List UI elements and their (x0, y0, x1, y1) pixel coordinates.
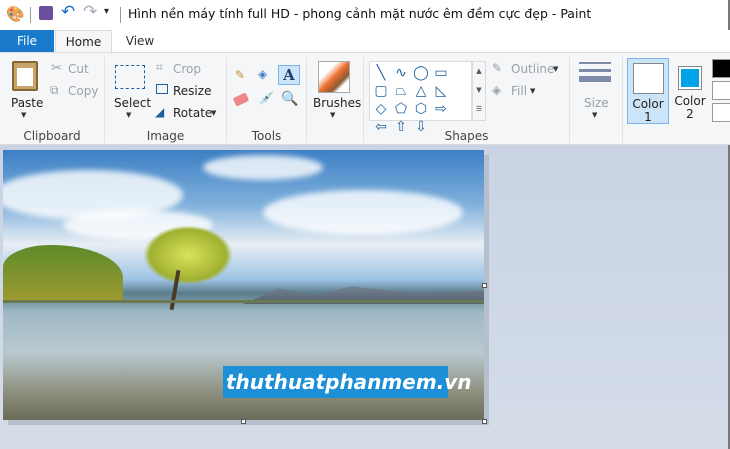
image-group-label: Image (146, 129, 185, 143)
shape-item[interactable]: ▢ (372, 84, 390, 98)
color1-swatch (632, 63, 664, 94)
copy-icon: ⧉ (50, 83, 59, 97)
undo-icon[interactable]: ↶ (61, 2, 75, 22)
tools-group-label: Tools (251, 129, 282, 143)
shapes-group-label: Shapes (444, 129, 489, 143)
fill-button[interactable]: Fill (511, 84, 527, 98)
cut-button[interactable]: Cut (68, 62, 89, 76)
brushes-button[interactable]: Brushes (313, 96, 361, 110)
select-icon[interactable] (115, 65, 145, 89)
clipboard-group-label: Clipboard (23, 129, 81, 143)
forest (3, 245, 123, 300)
palette-color-black[interactable] (712, 59, 730, 78)
cut-icon: ✂ (51, 61, 62, 76)
color1-number: 1 (644, 110, 652, 124)
shape-item[interactable]: ◇ (372, 102, 390, 116)
select-dropdown-icon[interactable]: ▼ (126, 111, 131, 119)
shape-item[interactable]: ⬡ (412, 102, 430, 116)
divider (30, 7, 31, 23)
color2-number: 2 (686, 107, 694, 121)
size-button[interactable]: Size (584, 96, 609, 110)
outline-icon: ✎ (492, 61, 503, 75)
color-picker-icon[interactable]: 💉 (259, 91, 274, 105)
shape-item[interactable]: △ (412, 84, 430, 98)
shape-item[interactable]: ◯ (412, 66, 430, 80)
divider (120, 7, 121, 23)
color2-button[interactable]: Color 2 (670, 58, 710, 124)
scroll-up-icon[interactable]: ▲ (473, 62, 485, 81)
resize-button[interactable]: Resize (173, 84, 211, 98)
shape-item[interactable]: ╲ (372, 66, 390, 80)
paste-dropdown-icon[interactable]: ▼ (21, 111, 26, 119)
text-tool-icon[interactable]: A (278, 65, 300, 85)
select-button[interactable]: Select (114, 96, 151, 110)
customize-quick-access-icon[interactable]: ▾ (104, 6, 109, 17)
palette-color-white[interactable] (712, 81, 730, 100)
palette-color-empty[interactable] (712, 103, 730, 122)
copy-button[interactable]: Copy (68, 84, 98, 98)
rotate-button[interactable]: Rotate (173, 106, 212, 120)
resize-handle-right[interactable] (482, 283, 487, 288)
shapes-gallery: ╲ ∿ ◯ ▭▢ ⏢ △ ◺◇ ⬠ ⬡ ⇨⇦ ⇧ ⇩ (369, 61, 472, 134)
shape-item[interactable]: ⬠ (392, 102, 410, 116)
tab-view[interactable]: View (112, 30, 168, 53)
shape-item[interactable]: ▭ (432, 66, 450, 80)
resize-handle-bottom[interactable] (241, 419, 246, 424)
paste-icon[interactable] (12, 61, 38, 91)
shape-item[interactable]: ⇨ (432, 102, 450, 116)
redo-icon[interactable]: ↷ (83, 2, 97, 22)
ribbon: Paste ▼ ✂ Cut ⧉ Copy Clipboard Select ▼ … (0, 52, 730, 145)
window-title: Hình nền máy tính full HD - phong cảnh m… (128, 6, 592, 21)
color1-label: Color (632, 97, 664, 111)
shape-item[interactable]: ⏢ (392, 84, 410, 98)
expand-gallery-icon[interactable]: ☰ (473, 100, 485, 119)
tree (143, 225, 233, 285)
outline-dropdown-icon[interactable]: ▼ (553, 65, 558, 73)
shape-item[interactable]: ∿ (392, 66, 410, 80)
fill-bucket-icon[interactable]: ◈ (258, 67, 267, 81)
shape-item[interactable]: ◺ (432, 84, 450, 98)
color1-button[interactable]: Color 1 (627, 58, 669, 124)
size-icon[interactable] (579, 62, 611, 82)
rotate-dropdown-icon[interactable]: ▼ (211, 109, 216, 117)
shapes-scroll[interactable]: ▲ ▼ ☰ (472, 61, 486, 121)
color2-label: Color (674, 94, 706, 108)
crop-icon: ⌗ (156, 60, 163, 74)
crop-button[interactable]: Crop (173, 62, 201, 76)
color2-swatch (681, 69, 699, 87)
save-icon[interactable] (39, 6, 53, 20)
tab-home[interactable]: Home (55, 30, 112, 53)
resize-handle-corner[interactable] (482, 419, 487, 424)
tab-file[interactable]: File (0, 30, 54, 53)
resize-icon (156, 84, 168, 94)
fill-icon: ◈ (492, 83, 502, 97)
scroll-down-icon[interactable]: ▼ (473, 81, 485, 100)
paste-button[interactable]: Paste (11, 96, 43, 110)
rotate-icon: ◢ (155, 105, 165, 119)
outline-button[interactable]: Outline (511, 62, 554, 76)
fill-dropdown-icon[interactable]: ▼ (530, 87, 535, 95)
brushes-dropdown-icon[interactable]: ▼ (330, 111, 335, 119)
watermark: thuthuatphanmem.vn (223, 366, 472, 398)
pencil-icon[interactable]: ✎ (235, 68, 245, 82)
eraser-icon[interactable] (232, 92, 250, 107)
brushes-icon[interactable] (318, 61, 350, 93)
magnifier-icon[interactable]: 🔍 (281, 91, 298, 107)
title-bar: 🎨 ↶ ↷ ▾ Hình nền máy tính full HD - phon… (0, 0, 730, 30)
ribbon-tabs: File Home View (0, 30, 730, 53)
size-dropdown-icon[interactable]: ▼ (592, 111, 597, 119)
paint-app-icon[interactable]: 🎨 (6, 5, 25, 23)
